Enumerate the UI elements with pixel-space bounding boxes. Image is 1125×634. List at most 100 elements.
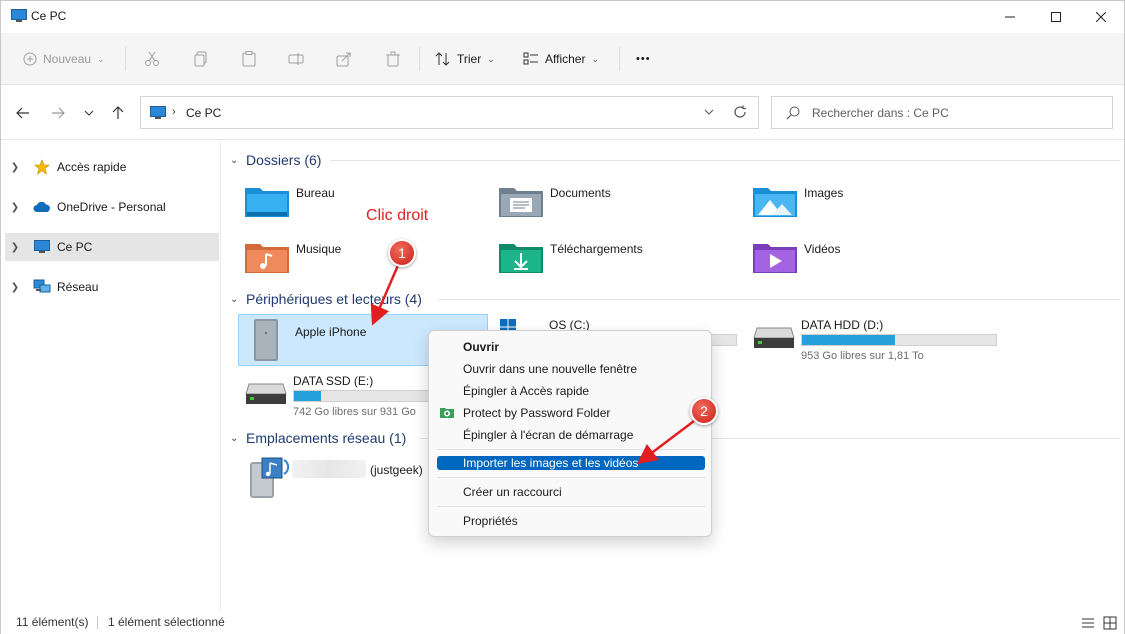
chevron-down-icon: ⌄ bbox=[230, 432, 239, 444]
close-icon bbox=[1096, 12, 1106, 22]
drive-usage-bar bbox=[801, 334, 997, 346]
share-icon bbox=[336, 52, 351, 67]
context-menu: Ouvrir Ouvrir dans une nouvelle fenêtre … bbox=[428, 330, 712, 537]
window-title: Ce PC bbox=[31, 9, 67, 23]
folder-name: Vidéos bbox=[804, 242, 841, 256]
breadcrumb[interactable]: Ce PC bbox=[186, 106, 221, 120]
maximize-icon bbox=[1051, 12, 1061, 22]
computer-icon bbox=[150, 106, 166, 119]
view-button[interactable]: Afficher ⌄ bbox=[523, 47, 599, 71]
drive-name: DATA SSD (E:) bbox=[293, 374, 374, 388]
folder-item-documents[interactable]: Documents bbox=[498, 182, 738, 226]
chevron-right-icon[interactable]: ❯ bbox=[5, 242, 25, 253]
command-bar: Nouveau ⌄ Trier ⌄ Afficher ⌄ ••• bbox=[1, 33, 1124, 85]
menu-item-pin-quick-access[interactable]: Épingler à Accès rapide bbox=[437, 381, 705, 401]
menu-item-properties[interactable]: Propriétés bbox=[437, 511, 705, 531]
delete-button[interactable] bbox=[385, 47, 401, 71]
paste-button[interactable] bbox=[241, 47, 257, 71]
hard-drive-icon bbox=[245, 383, 287, 404]
chevron-down-icon[interactable] bbox=[704, 106, 714, 118]
annotation-badge-2: 2 bbox=[690, 397, 718, 425]
folder-item-downloads[interactable]: Téléchargements bbox=[498, 238, 738, 282]
documents-folder-icon bbox=[499, 188, 543, 217]
menu-item-open-new-window[interactable]: Ouvrir dans une nouvelle fenêtre bbox=[437, 359, 705, 379]
folder-name: Documents bbox=[550, 186, 611, 200]
new-button[interactable]: Nouveau ⌄ bbox=[23, 47, 105, 71]
breadcrumb-separator-icon: › bbox=[172, 106, 176, 118]
menu-item-import-photos-videos[interactable]: Importer les images et les vidéos bbox=[437, 456, 705, 470]
divider bbox=[619, 47, 620, 71]
drive-item-d[interactable]: DATA HDD (D:) 953 Go libres sur 1,81 To bbox=[749, 314, 999, 368]
network-item-media-server[interactable]: (justgeek) bbox=[244, 454, 434, 504]
menu-divider bbox=[437, 477, 705, 478]
folder-item-videos[interactable]: Vidéos bbox=[752, 238, 992, 282]
computer-icon bbox=[31, 240, 53, 254]
sidebar-item-label: OneDrive - Personal bbox=[57, 200, 166, 214]
search-box[interactable] bbox=[771, 96, 1113, 129]
sort-icon bbox=[435, 52, 450, 66]
menu-item-protect-password[interactable]: Protect by Password Folder bbox=[437, 403, 705, 423]
menu-item-pin-start[interactable]: Épingler à l'écran de démarrage bbox=[437, 425, 705, 445]
selection-count: 1 élément sélectionné bbox=[108, 615, 225, 629]
more-options-button[interactable]: ••• bbox=[636, 47, 651, 71]
group-header-devices[interactable]: ⌄ Périphériques et lecteurs (4) bbox=[230, 289, 1120, 309]
minimize-icon bbox=[1005, 16, 1015, 18]
tiles-view-icon[interactable] bbox=[1103, 616, 1117, 630]
menu-divider bbox=[437, 506, 705, 507]
drive-usage-fill bbox=[802, 335, 896, 345]
chevron-down-icon: ⌄ bbox=[230, 293, 239, 305]
folder-item-desktop[interactable]: Bureau bbox=[244, 182, 484, 226]
sort-label: Trier bbox=[457, 52, 482, 66]
up-button[interactable] bbox=[107, 102, 129, 124]
chevron-down-icon bbox=[84, 110, 94, 116]
sidebar-item-this-pc[interactable]: ❯ Ce PC bbox=[5, 233, 219, 261]
address-bar[interactable]: › Ce PC bbox=[140, 96, 759, 129]
cloud-icon bbox=[31, 201, 53, 213]
folder-name: Images bbox=[804, 186, 844, 200]
folder-name: Bureau bbox=[296, 186, 335, 200]
rename-button[interactable] bbox=[288, 47, 304, 71]
chevron-right-icon[interactable]: ❯ bbox=[5, 282, 25, 293]
forward-button[interactable] bbox=[47, 102, 69, 124]
new-label: Nouveau bbox=[43, 52, 92, 66]
chevron-down-icon: ⌄ bbox=[230, 154, 239, 166]
group-header-folders[interactable]: ⌄ Dossiers (6) bbox=[230, 150, 1120, 170]
divider bbox=[330, 160, 1120, 161]
back-button[interactable] bbox=[12, 102, 34, 124]
share-button[interactable] bbox=[336, 47, 352, 71]
status-bar: 11 élément(s) 1 élément sélectionné bbox=[1, 611, 1124, 634]
minimize-button[interactable] bbox=[987, 1, 1033, 33]
sidebar-item-quick-access[interactable]: ❯ Accès rapide bbox=[5, 153, 219, 181]
folder-name: Musique bbox=[296, 242, 342, 256]
sidebar-item-label: Accès rapide bbox=[57, 160, 127, 174]
menu-item-create-shortcut[interactable]: Créer un raccourci bbox=[437, 482, 705, 502]
chevron-right-icon[interactable]: ❯ bbox=[5, 162, 25, 173]
sidebar-item-network[interactable]: ❯ Réseau bbox=[5, 273, 219, 301]
cut-button[interactable] bbox=[144, 47, 160, 71]
recent-locations-button[interactable] bbox=[78, 102, 100, 124]
sidebar-item-onedrive[interactable]: ❯ OneDrive - Personal bbox=[5, 193, 219, 221]
copy-icon bbox=[194, 51, 207, 67]
hard-drive-icon bbox=[753, 327, 795, 348]
chevron-down-icon: ⌄ bbox=[591, 53, 600, 64]
chevron-right-icon[interactable]: ❯ bbox=[5, 202, 25, 213]
drive-name: DATA HDD (D:) bbox=[801, 318, 884, 332]
drive-free-space: 953 Go libres sur 1,81 To bbox=[801, 350, 924, 362]
folder-item-music[interactable]: Musique bbox=[244, 238, 484, 282]
menu-item-open[interactable]: Ouvrir bbox=[437, 337, 705, 357]
divider bbox=[419, 47, 420, 71]
pictures-folder-icon bbox=[753, 188, 797, 217]
arrow-right-icon bbox=[52, 107, 65, 119]
item-count: 11 élément(s) bbox=[16, 615, 89, 629]
videos-folder-icon bbox=[753, 244, 797, 273]
search-input[interactable] bbox=[812, 105, 1102, 121]
refresh-icon[interactable] bbox=[733, 105, 747, 119]
close-button[interactable] bbox=[1078, 1, 1124, 33]
maximize-button[interactable] bbox=[1033, 1, 1079, 33]
media-server-icon bbox=[250, 457, 290, 498]
folder-name: Téléchargements bbox=[550, 242, 643, 256]
copy-button[interactable] bbox=[193, 47, 209, 71]
folder-item-pictures[interactable]: Images bbox=[752, 182, 992, 226]
sort-button[interactable]: Trier ⌄ bbox=[435, 47, 495, 71]
details-view-icon[interactable] bbox=[1081, 617, 1095, 629]
